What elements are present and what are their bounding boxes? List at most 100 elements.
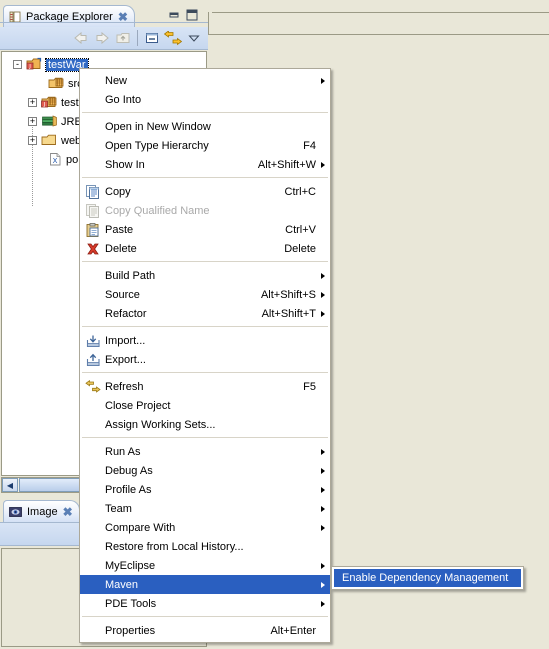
menu-item-accelerator: Ctrl+V bbox=[285, 223, 316, 236]
maven-submenu[interactable]: Enable Dependency Management bbox=[331, 566, 524, 590]
menu-item-accelerator: Alt+Enter bbox=[270, 624, 316, 637]
menu-item-icon-slot bbox=[83, 157, 103, 173]
menu-item-myeclipse[interactable]: MyEclipse bbox=[80, 556, 330, 575]
context-menu[interactable]: New Go Into Open in New Window Open Type Hi… bbox=[79, 68, 331, 643]
submenu-item-label: Enable Dependency Management bbox=[342, 572, 509, 584]
package-explorer-icon bbox=[9, 11, 21, 23]
tab-image[interactable]: Image ✖ bbox=[3, 500, 80, 522]
menu-item-label: Properties bbox=[105, 624, 156, 637]
menu-item-paste[interactable]: Paste Ctrl+V bbox=[80, 220, 330, 239]
menu-item-go-into[interactable]: Go Into bbox=[80, 90, 330, 109]
menu-item-open-in-new-window[interactable]: Open in New Window bbox=[80, 117, 330, 136]
menu-item-label: Copy Qualified Name bbox=[105, 204, 210, 217]
menu-item-import[interactable]: Import... bbox=[80, 331, 330, 350]
menu-item-icon-slot bbox=[83, 520, 103, 536]
menu-item-icon-slot bbox=[83, 417, 103, 433]
menu-item-build-path[interactable]: Build Path bbox=[80, 266, 330, 285]
menu-item-source[interactable]: Source Alt+Shift+S bbox=[80, 285, 330, 304]
jre-library-icon bbox=[41, 114, 58, 129]
menu-item-icon-slot bbox=[83, 623, 103, 639]
menu-item-restore-from-local-history[interactable]: Restore from Local History... bbox=[80, 537, 330, 556]
menu-item-label: Source bbox=[105, 288, 140, 301]
menu-item-icon-slot bbox=[83, 482, 103, 498]
menu-item-show-in[interactable]: Show In Alt+Shift+W bbox=[80, 155, 330, 174]
menu-item-label: Assign Working Sets... bbox=[105, 418, 216, 431]
menu-item-open-type-hierarchy[interactable]: Open Type Hierarchy F4 bbox=[80, 136, 330, 155]
tree-expander[interactable]: + bbox=[28, 117, 37, 126]
tab-image-label: Image bbox=[27, 505, 58, 518]
menu-item-team[interactable]: Team bbox=[80, 499, 330, 518]
menu-item-accelerator: Delete bbox=[284, 242, 316, 255]
menu-item-maven[interactable]: Maven bbox=[80, 575, 330, 594]
back-button[interactable] bbox=[71, 29, 91, 48]
menu-item-refactor[interactable]: Refactor Alt+Shift+T bbox=[80, 304, 330, 323]
menu-item-label: PDE Tools bbox=[105, 597, 157, 610]
menu-item-assign-working-sets[interactable]: Assign Working Sets... bbox=[80, 415, 330, 434]
submenu-arrow-icon bbox=[321, 310, 325, 317]
menu-separator bbox=[82, 112, 328, 114]
menu-item-icon-slot bbox=[83, 306, 103, 322]
menu-item-run-as[interactable]: Run As bbox=[80, 442, 330, 461]
menu-item-debug-as[interactable]: Debug As bbox=[80, 461, 330, 480]
menu-item-label: Close Project bbox=[105, 399, 171, 412]
close-icon[interactable]: ✖ bbox=[118, 11, 128, 23]
scroll-left-button[interactable]: ◀ bbox=[2, 478, 18, 492]
menu-item-label: Go Into bbox=[105, 93, 142, 106]
menu-separator bbox=[82, 372, 328, 374]
maximize-icon[interactable] bbox=[185, 8, 199, 22]
menu-item-refresh[interactable]: Refresh F5 bbox=[80, 377, 330, 396]
menu-item-label: Paste bbox=[105, 223, 134, 236]
submenu-arrow-icon bbox=[321, 600, 325, 607]
tab-package-explorer-label: Package Explorer bbox=[26, 10, 113, 23]
menu-item-profile-as[interactable]: Profile As bbox=[80, 480, 330, 499]
menu-item-pde-tools[interactable]: PDE Tools bbox=[80, 594, 330, 613]
link-with-editor-button[interactable] bbox=[163, 29, 183, 48]
close-icon[interactable]: ✖ bbox=[63, 506, 73, 518]
menu-item-new[interactable]: New bbox=[80, 71, 330, 90]
collapse-all-button[interactable] bbox=[142, 29, 162, 48]
menu-item-export[interactable]: Export... bbox=[80, 350, 330, 369]
menu-item-close-project[interactable]: Close Project bbox=[80, 396, 330, 415]
menu-item-compare-with[interactable]: Compare With bbox=[80, 518, 330, 537]
menu-item-delete[interactable]: Delete Delete bbox=[80, 239, 330, 258]
tree-expander[interactable]: + bbox=[28, 136, 37, 145]
submenu-arrow-icon bbox=[321, 467, 325, 474]
forward-button[interactable] bbox=[92, 29, 112, 48]
minimize-icon[interactable] bbox=[168, 9, 181, 21]
copy-icon bbox=[83, 184, 103, 200]
tree-item-label: test bbox=[61, 96, 79, 109]
export-icon bbox=[83, 352, 103, 368]
tree-expander[interactable]: - bbox=[13, 60, 22, 69]
tab-package-explorer[interactable]: Package Explorer ✖ bbox=[3, 5, 135, 27]
menu-item-copy-qualified-name[interactable]: Copy Qualified Name bbox=[80, 201, 330, 220]
menu-separator bbox=[82, 616, 328, 618]
submenu-item-enable-dependency-management[interactable]: Enable Dependency Management bbox=[334, 569, 521, 587]
menu-item-icon-slot bbox=[83, 463, 103, 479]
menu-separator bbox=[82, 261, 328, 263]
menu-item-icon-slot bbox=[83, 558, 103, 574]
menu-item-label: Export... bbox=[105, 353, 146, 366]
menu-item-accelerator: Alt+Shift+T bbox=[261, 307, 316, 320]
up-button[interactable] bbox=[113, 29, 133, 48]
menu-item-icon-slot bbox=[83, 287, 103, 303]
menu-item-accelerator: F5 bbox=[303, 380, 316, 393]
menu-item-label: Compare With bbox=[105, 521, 176, 534]
menu-item-properties[interactable]: Properties Alt+Enter bbox=[80, 621, 330, 640]
svg-text:X: X bbox=[53, 157, 58, 165]
submenu-arrow-icon bbox=[321, 272, 325, 279]
view-menu-button[interactable] bbox=[184, 29, 204, 48]
menu-item-label: Debug As bbox=[105, 464, 153, 477]
tree-expander[interactable]: + bbox=[28, 98, 37, 107]
menu-item-icon-slot bbox=[83, 268, 103, 284]
svg-text:J: J bbox=[28, 64, 31, 70]
copy-qualified-name-icon bbox=[83, 203, 103, 219]
menu-item-icon-slot bbox=[83, 539, 103, 555]
menu-item-label: Show In bbox=[105, 158, 145, 171]
submenu-arrow-icon bbox=[321, 291, 325, 298]
menu-item-label: Refactor bbox=[105, 307, 147, 320]
menu-item-accelerator: Alt+Shift+W bbox=[257, 158, 316, 171]
menu-item-copy[interactable]: Copy Ctrl+C bbox=[80, 182, 330, 201]
menu-item-label: New bbox=[105, 74, 128, 87]
submenu-arrow-icon bbox=[321, 77, 325, 84]
menu-item-accelerator: Ctrl+C bbox=[284, 185, 316, 198]
